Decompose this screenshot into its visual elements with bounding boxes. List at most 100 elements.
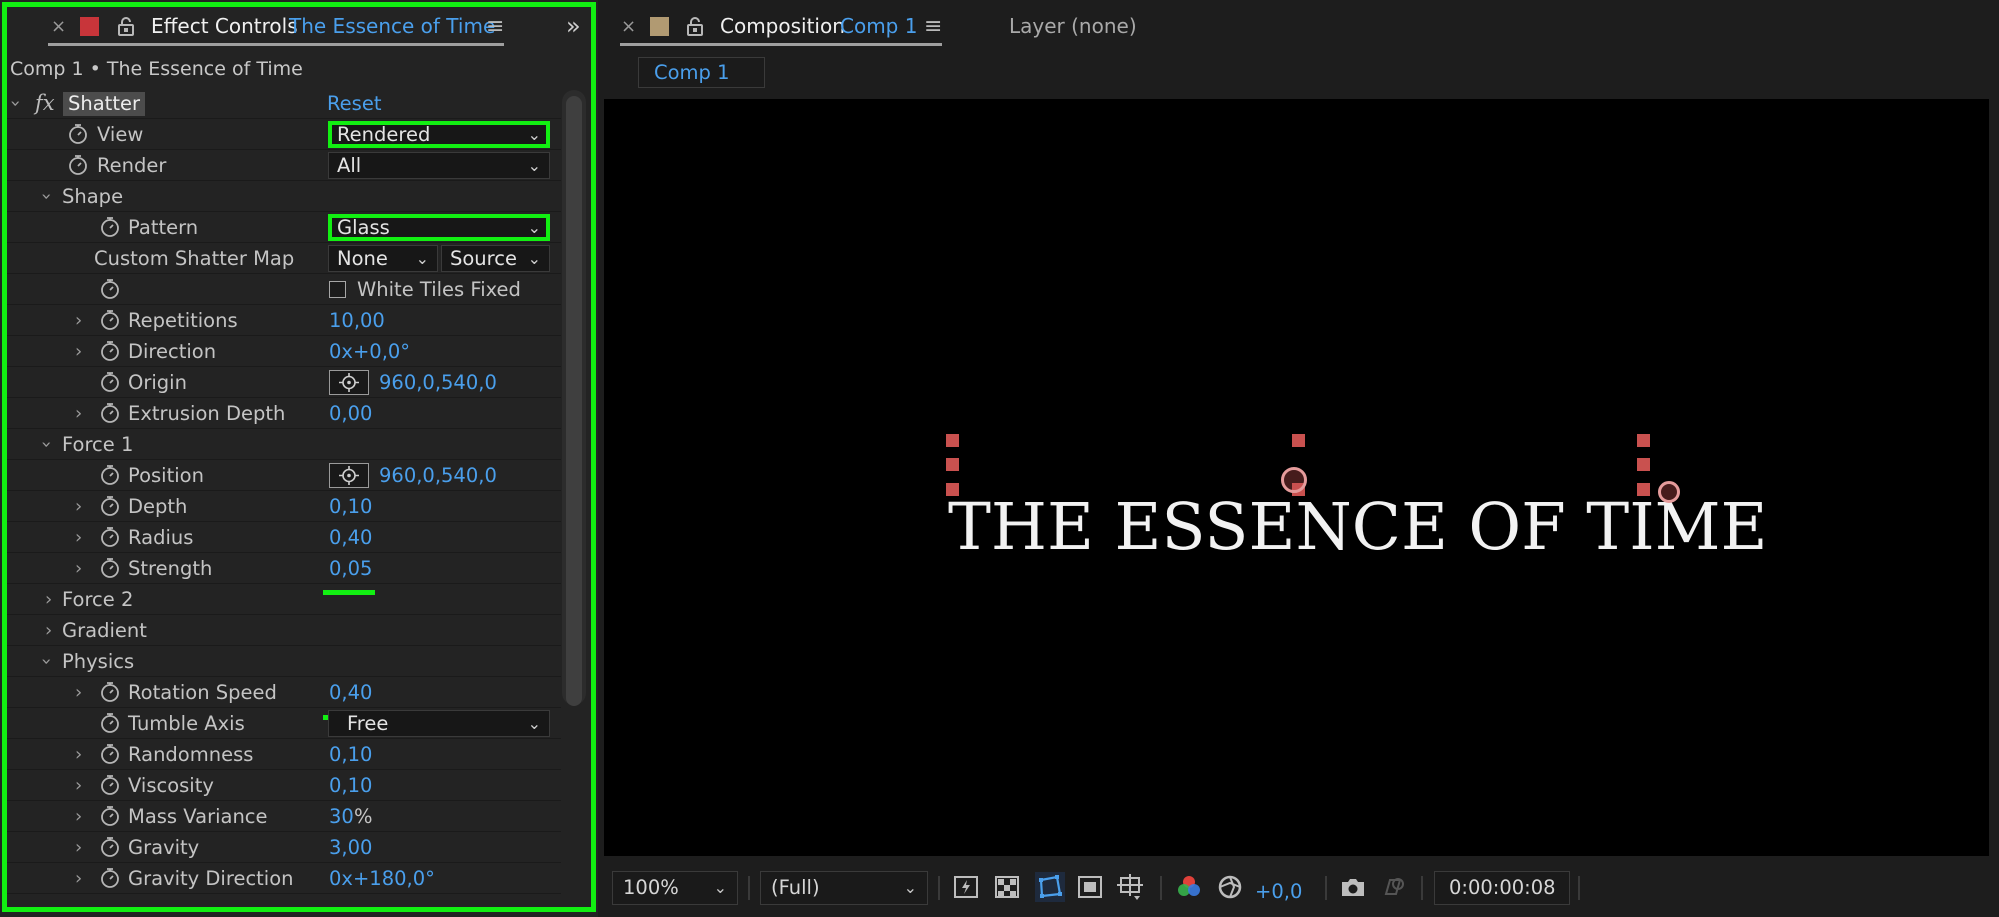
tumble-axis-dropdown[interactable]: Free ⌄ xyxy=(328,710,550,737)
randomness-value[interactable]: 0,10 xyxy=(329,739,372,770)
layer-tab[interactable]: Layer (none) xyxy=(1009,0,1137,52)
chevron-right-icon[interactable]: › xyxy=(75,491,82,522)
effect-row-shatter: › fx Shatter Reset xyxy=(5,88,561,119)
stopwatch-icon[interactable] xyxy=(99,805,121,827)
group-label[interactable]: Shape xyxy=(62,181,123,212)
chevron-right-icon[interactable]: › xyxy=(75,553,82,584)
reset-button[interactable]: Reset xyxy=(327,88,381,119)
chevron-right-icon[interactable]: › xyxy=(45,615,52,646)
stopwatch-icon[interactable] xyxy=(99,340,121,362)
chevron-down-icon[interactable]: › xyxy=(31,441,62,448)
render-dropdown[interactable]: All ⌄ xyxy=(328,152,550,179)
stopwatch-icon[interactable] xyxy=(99,836,121,858)
viewer-text-layer[interactable]: THE ESSENCE OF TIME xyxy=(948,488,1768,568)
chevron-right-icon[interactable]: › xyxy=(75,336,82,367)
stopwatch-icon[interactable] xyxy=(99,309,121,331)
resolution-dropdown[interactable]: (Full) ⌄ xyxy=(760,871,928,905)
transparency-grid-icon[interactable] xyxy=(994,874,1020,900)
radius-value[interactable]: 0,40 xyxy=(329,522,372,553)
effect-point-icon[interactable] xyxy=(1658,481,1680,503)
chevron-down-icon[interactable]: › xyxy=(0,100,31,107)
crosshair-icon[interactable] xyxy=(329,370,369,395)
chevron-right-icon[interactable]: › xyxy=(75,522,82,553)
stopwatch-icon[interactable] xyxy=(99,774,121,796)
view-dropdown[interactable]: Rendered ⌄ xyxy=(328,121,550,148)
stopwatch-icon[interactable] xyxy=(99,216,121,238)
magnification-dropdown[interactable]: 100% ⌄ xyxy=(612,871,738,905)
gravity-direction-value[interactable]: 0x+180,0° xyxy=(329,863,435,894)
chevron-down-icon[interactable]: › xyxy=(31,193,62,200)
position-value[interactable]: 960,0,540,0 xyxy=(379,460,497,491)
layer-handle[interactable] xyxy=(1637,434,1650,447)
comp-navigator-button[interactable]: Comp 1 xyxy=(638,57,765,88)
viscosity-value[interactable]: 0,10 xyxy=(329,770,372,801)
pattern-dropdown[interactable]: Glass ⌄ xyxy=(328,214,550,241)
custom-map-source-dropdown[interactable]: Source ⌄ xyxy=(441,245,550,272)
stopwatch-icon[interactable] xyxy=(99,402,121,424)
layer-handle[interactable] xyxy=(946,434,959,447)
stopwatch-icon[interactable] xyxy=(99,743,121,765)
direction-value[interactable]: 0x+0,0° xyxy=(329,336,410,367)
stopwatch-icon[interactable] xyxy=(99,867,121,889)
layer-handle[interactable] xyxy=(946,483,959,496)
param-label: Repetitions xyxy=(128,309,238,332)
gravity-value[interactable]: 3,00 xyxy=(329,832,372,863)
camera-snapshot-icon[interactable] xyxy=(1339,874,1365,900)
fast-previews-icon[interactable] xyxy=(953,874,979,900)
custom-map-layer-dropdown[interactable]: None ⌄ xyxy=(328,245,438,272)
show-snapshot-icon[interactable] xyxy=(1380,874,1406,900)
effect-name[interactable]: Shatter xyxy=(63,92,145,116)
depth-value[interactable]: 0,10 xyxy=(329,491,372,522)
current-time-display[interactable]: 0:00:00:08 xyxy=(1434,871,1570,905)
grid-guides-icon[interactable] xyxy=(1116,873,1143,900)
mass-variance-value[interactable]: 30 xyxy=(329,801,354,832)
layer-handle[interactable] xyxy=(1292,434,1305,447)
exposure-value[interactable]: +0,0 xyxy=(1255,875,1302,909)
param-row-randomness: › Randomness 0,10 xyxy=(7,739,561,770)
chevron-right-icon[interactable]: › xyxy=(75,677,82,708)
chevron-right-icon[interactable]: › xyxy=(75,305,82,336)
rotation-speed-value[interactable]: 0,40 xyxy=(329,677,372,708)
stopwatch-icon[interactable] xyxy=(99,495,121,517)
group-label[interactable]: Force 2 xyxy=(62,584,133,615)
extrusion-value[interactable]: 0,00 xyxy=(329,398,372,429)
group-label[interactable]: Gradient xyxy=(62,615,147,646)
dropdown-value: Source xyxy=(450,247,517,270)
color-channels-icon[interactable] xyxy=(1176,874,1202,900)
stopwatch-icon[interactable] xyxy=(99,464,121,486)
stopwatch-icon[interactable] xyxy=(67,154,89,176)
strength-value[interactable]: 0,05 xyxy=(329,553,372,584)
stopwatch-icon[interactable] xyxy=(99,371,121,393)
layer-handle[interactable] xyxy=(946,458,959,471)
stopwatch-icon[interactable] xyxy=(67,123,89,145)
white-tiles-checkbox[interactable] xyxy=(329,281,346,298)
chevron-down-icon[interactable]: › xyxy=(31,658,62,665)
region-of-interest-icon[interactable] xyxy=(1077,874,1103,900)
layer-handle[interactable] xyxy=(1637,483,1650,496)
group-label[interactable]: Force 1 xyxy=(62,429,133,460)
layer-handle[interactable] xyxy=(1637,458,1650,471)
effect-point-icon[interactable] xyxy=(1281,467,1307,493)
chevron-right-icon[interactable]: › xyxy=(75,770,82,801)
stopwatch-icon[interactable] xyxy=(99,278,121,300)
scrollbar-thumb[interactable] xyxy=(566,96,582,706)
stopwatch-icon[interactable] xyxy=(99,712,121,734)
group-label[interactable]: Physics xyxy=(62,646,134,677)
param-label: Direction xyxy=(128,340,217,363)
repetitions-value[interactable]: 10,00 xyxy=(329,305,385,336)
chevron-right-icon[interactable]: › xyxy=(75,801,82,832)
chevron-right-icon[interactable]: › xyxy=(75,739,82,770)
chevron-right-icon[interactable]: › xyxy=(75,863,82,894)
crosshair-icon[interactable] xyxy=(329,463,369,488)
chevron-right-icon[interactable]: › xyxy=(45,584,52,615)
stopwatch-icon[interactable] xyxy=(99,557,121,579)
stopwatch-icon[interactable] xyxy=(99,681,121,703)
collapse-icon[interactable]: » xyxy=(566,0,581,52)
origin-value[interactable]: 960,0,540,0 xyxy=(379,367,497,398)
stopwatch-icon[interactable] xyxy=(99,526,121,548)
chevron-right-icon[interactable]: › xyxy=(75,398,82,429)
mask-visibility-icon[interactable] xyxy=(1035,872,1065,902)
exposure-reset-icon[interactable] xyxy=(1217,874,1243,900)
chevron-right-icon[interactable]: › xyxy=(75,832,82,863)
fx-icon[interactable]: fx xyxy=(35,88,55,119)
